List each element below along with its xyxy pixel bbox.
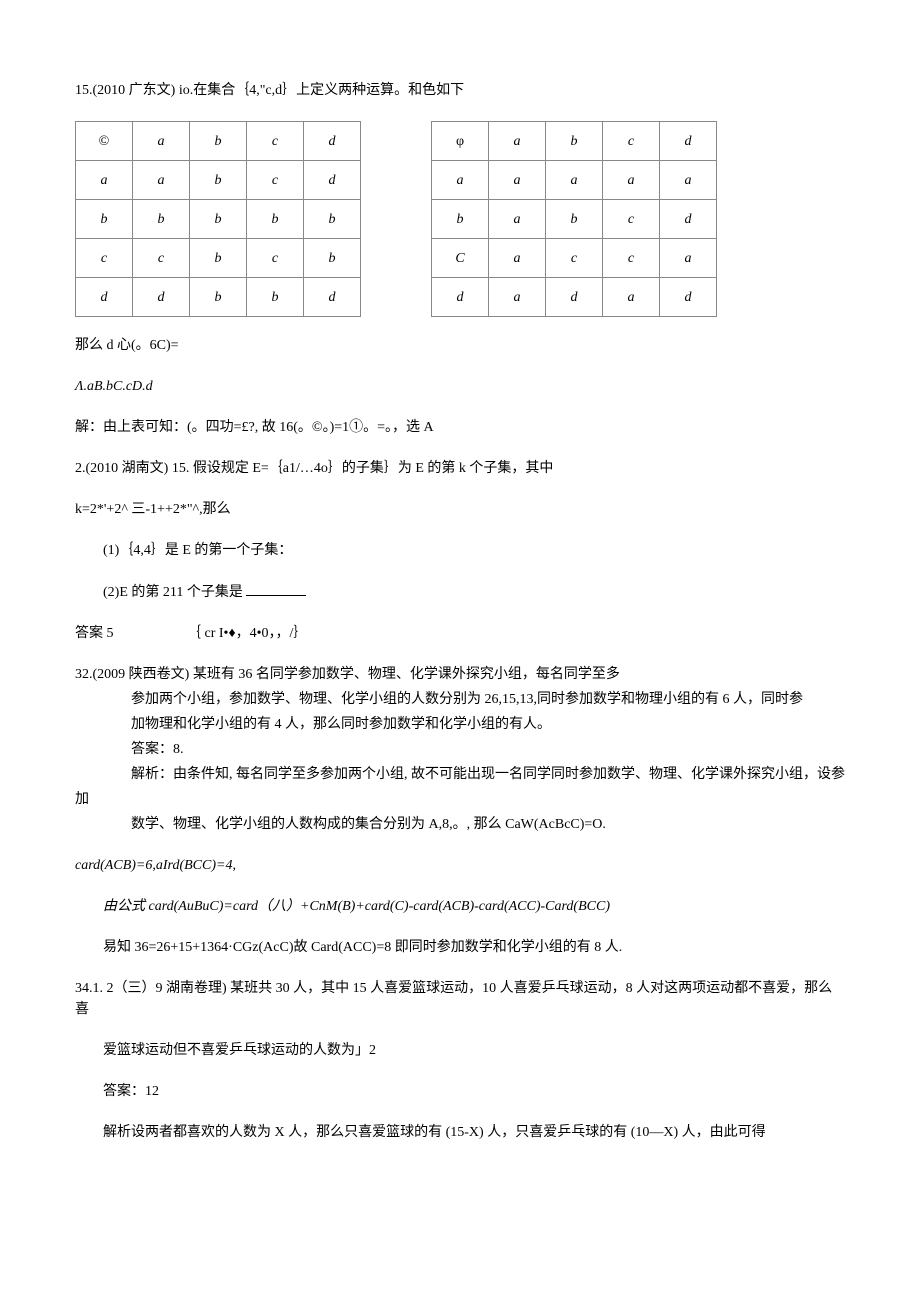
table-row: d d b b d — [76, 278, 361, 317]
table-row: a a a a a — [432, 161, 717, 200]
q34-head: 34.1. 2（三）9 湖南卷理) 某班共 30 人，其中 15 人喜爱篮球运动… — [75, 978, 845, 1020]
q2-k-expr: k=2*'+2^ 三-1++2*"^,那么 — [75, 499, 845, 520]
cell: b — [432, 200, 489, 239]
cell: a — [489, 278, 546, 317]
q2-sub2-text: (2)E 的第 211 个子集是 — [103, 585, 246, 600]
cell: φ — [432, 122, 489, 161]
cell: c — [247, 239, 304, 278]
cell: a — [603, 278, 660, 317]
q15-intro: 15.(2010 广东文) io.在集合｛4,"c,d｝上定义两种运算。和色如下 — [75, 80, 845, 101]
q32-final: 易知 36=26+15+1364·CGz(AcC)故 Card(ACC)=8 即… — [75, 937, 845, 958]
cell: d — [546, 278, 603, 317]
table-row: a a b c d — [76, 161, 361, 200]
q15-question: 那么 d 心(。6C)= — [75, 335, 845, 356]
cell: a — [660, 161, 717, 200]
cell: c — [247, 161, 304, 200]
table-row: C a c c a — [432, 239, 717, 278]
q15-choices: Λ.aB.bC.cD.d — [75, 376, 845, 397]
q32-card-eq: card(ACB)=6,aIrd(BCC)=4, — [75, 855, 845, 876]
cell: a — [76, 161, 133, 200]
answer-label: 答案 5 — [75, 626, 114, 641]
q32-sol-line1: 解析：由条件知, 每名同学至多参加两个小组, 故不可能出现一名同学同时参加数学、… — [75, 764, 845, 785]
q32-line1: 参加两个小组，参加数学、物理、化学小组的人数分别为 26,15,13,同时参加数… — [75, 689, 845, 710]
cell: b — [247, 200, 304, 239]
table-row: b b b b b — [76, 200, 361, 239]
cell: b — [190, 122, 247, 161]
cell: d — [304, 161, 361, 200]
cell: a — [660, 239, 717, 278]
q32-answer: 答案：8. — [75, 739, 845, 760]
table-row: © a b c d — [76, 122, 361, 161]
q2-sub1: (1)｛4,4｝是 E 的第一个子集： — [75, 540, 845, 561]
table-op1: © a b c d a a b c d b b b b b c c b c b — [75, 121, 361, 317]
cell: b — [304, 200, 361, 239]
cell: d — [660, 122, 717, 161]
cell: c — [603, 122, 660, 161]
cell: b — [304, 239, 361, 278]
cell: d — [133, 278, 190, 317]
answer-value: ｛ cr I•♦，4•0，，/｝ — [187, 626, 307, 641]
answer-5: 答案 5 ｛ cr I•♦，4•0，，/｝ — [75, 623, 845, 644]
cell: b — [546, 122, 603, 161]
cell: c — [603, 239, 660, 278]
cell: b — [546, 200, 603, 239]
cell: a — [432, 161, 489, 200]
cell: a — [546, 161, 603, 200]
cell: c — [76, 239, 133, 278]
cell: a — [489, 161, 546, 200]
cell: a — [133, 161, 190, 200]
table-row: φ a b c d — [432, 122, 717, 161]
cell: d — [432, 278, 489, 317]
q32-line2: 加物理和化学小组的有 4 人，那么同时参加数学和化学小组的有人。 — [75, 714, 845, 735]
q32-formula: 由公式 card(AuBuC)=card（八）+CnM(B)+card(C)-c… — [75, 896, 845, 917]
q32-sol-line1b: 加 — [75, 789, 845, 810]
table-row: c c b c b — [76, 239, 361, 278]
q34-solution: 解析设两者都喜欢的人数为 X 人，那么只喜爱篮球的有 (15-X) 人，只喜爱乒… — [75, 1122, 845, 1143]
cell: a — [489, 239, 546, 278]
q2-intro: 2.(2010 湖南文) 15. 假设规定 E=｛a1/…4o｝的子集｝为 E … — [75, 458, 845, 479]
cell: d — [304, 122, 361, 161]
cell: b — [190, 239, 247, 278]
cell: b — [133, 200, 190, 239]
cell: c — [546, 239, 603, 278]
cell: c — [247, 122, 304, 161]
cell: b — [247, 278, 304, 317]
q34-answer: 答案：12 — [75, 1081, 845, 1102]
table-row: d a d a d — [432, 278, 717, 317]
cell: a — [489, 122, 546, 161]
cell: c — [603, 200, 660, 239]
cell: d — [76, 278, 133, 317]
cell: C — [432, 239, 489, 278]
cell: b — [190, 161, 247, 200]
blank-line — [246, 581, 306, 596]
q15-solution: 解：由上表可知：(。四功=£?, 故 16(。©。)=1①。=。，选 A — [75, 417, 845, 438]
cell: b — [190, 200, 247, 239]
cell: d — [304, 278, 361, 317]
q34-line1: 爱篮球运动但不喜爱乒乓球运动的人数为」2 — [75, 1040, 845, 1061]
q32-head: 32.(2009 陕西卷文) 某班有 36 名同学参加数学、物理、化学课外探究小… — [75, 664, 845, 685]
table-row: b a b c d — [432, 200, 717, 239]
cell: a — [133, 122, 190, 161]
cell: c — [133, 239, 190, 278]
cell: © — [76, 122, 133, 161]
cell: a — [603, 161, 660, 200]
cell: d — [660, 278, 717, 317]
q32-sol-line2: 数学、物理、化学小组的人数构成的集合分别为 A,8,。, 那么 CaW(AcBc… — [75, 814, 845, 835]
cell: a — [489, 200, 546, 239]
cell: d — [660, 200, 717, 239]
cell: b — [76, 200, 133, 239]
table-op2: φ a b c d a a a a a b a b c d C a c c a — [431, 121, 717, 317]
operation-tables: © a b c d a a b c d b b b b b c c b c b — [75, 121, 845, 317]
cell: b — [190, 278, 247, 317]
q2-sub2: (2)E 的第 211 个子集是 — [75, 581, 845, 603]
